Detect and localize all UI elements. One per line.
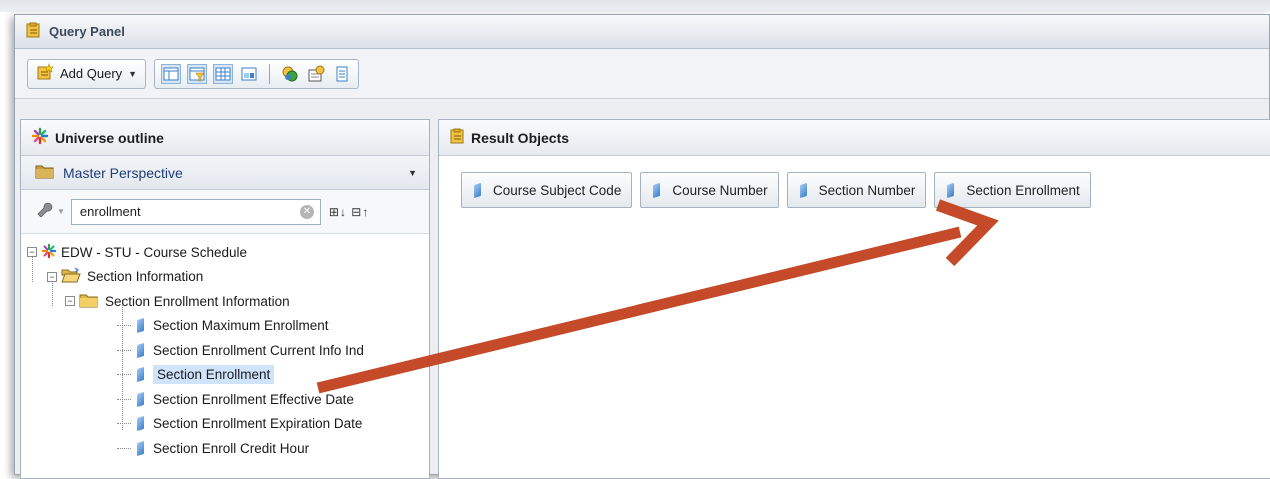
- universe-icon: [41, 243, 57, 262]
- view-script-icon[interactable]: [332, 64, 352, 84]
- background-strip: [0, 0, 1270, 12]
- expand-collapse-icon[interactable]: ⊞↓ ⊟↑: [329, 205, 369, 219]
- tree-item[interactable]: Section Enrollment Current Info Ind: [21, 338, 429, 363]
- perspective-label: Master Perspective: [63, 164, 183, 181]
- tree-folder-section-information[interactable]: − Section Information: [21, 265, 429, 290]
- chevron-down-icon[interactable]: ▼: [128, 69, 137, 79]
- result-objects-panel: Result Objects Course Subject Code Cours…: [438, 119, 1270, 479]
- result-object-label: Course Number: [672, 182, 768, 198]
- tree-item-label: Section Enrollment Expiration Date: [153, 416, 363, 432]
- dimension-object-icon: [653, 182, 661, 198]
- search-input-value: enrollment: [79, 204, 141, 219]
- layout-view-icon[interactable]: [239, 64, 259, 84]
- tree-node-root[interactable]: − EDW - STU - Course Schedule: [21, 240, 429, 265]
- result-object-label: Section Number: [818, 182, 916, 198]
- collapse-icon[interactable]: −: [65, 296, 75, 307]
- universe-outline-panel: Universe outline Master Perspective ▼ ▼ …: [20, 119, 430, 479]
- tree-item-label: Section Enrollment Current Info Ind: [153, 342, 364, 358]
- tree-node-label: EDW - STU - Course Schedule: [61, 244, 248, 260]
- universe-outline-title: Universe outline: [55, 129, 164, 146]
- clear-icon[interactable]: ✕: [299, 204, 314, 219]
- tree-item-label: Section Enrollment Effective Date: [153, 391, 354, 407]
- search-row: ▼ enrollment ✕ ⊞↓ ⊟↑: [21, 190, 429, 234]
- result-object-label: Section Enrollment: [966, 182, 1080, 198]
- result-object-chip[interactable]: Course Subject Code: [461, 172, 633, 208]
- chevron-down-icon[interactable]: ▼: [408, 168, 417, 178]
- tree-connector: [117, 374, 131, 376]
- tree-connector: [117, 349, 131, 351]
- dimension-object-icon: [799, 182, 807, 198]
- result-objects-icon: [449, 128, 465, 147]
- title-bar: Query Panel: [15, 15, 1269, 49]
- tree-item-label: Section Enrollment: [153, 365, 275, 385]
- tree-item[interactable]: Section Enrollment Effective Date: [21, 387, 429, 412]
- tree-connector: [117, 398, 131, 400]
- toolbar: Add Query ▼: [15, 49, 1269, 99]
- result-objects-header: Result Objects: [439, 120, 1270, 156]
- tree-item[interactable]: Section Maximum Enrollment: [21, 314, 429, 339]
- result-objects-title: Result Objects: [471, 129, 570, 146]
- add-query-icon: [36, 63, 54, 84]
- tree-item[interactable]: Section Enrollment Expiration Date: [21, 412, 429, 437]
- dimension-object-icon: [137, 440, 144, 456]
- query-properties-icon[interactable]: [306, 64, 326, 84]
- tree-item-label: Section Maximum Enrollment: [153, 318, 329, 334]
- dimension-object-icon: [137, 391, 144, 407]
- tree-connector: [117, 325, 131, 327]
- window-title: Query Panel: [49, 24, 125, 39]
- universe-icon: [31, 127, 49, 148]
- dimension-object-icon: [137, 367, 144, 383]
- result-object-chip[interactable]: Section Enrollment: [934, 172, 1091, 208]
- view-toggle-group: [154, 58, 360, 89]
- result-objects-list: Course Subject Code Course Number Sectio…: [439, 156, 1270, 208]
- tree-item[interactable]: Section Enroll Credit Hour: [21, 436, 429, 461]
- tree-node-label: Section Enrollment Information: [105, 293, 290, 309]
- search-input[interactable]: enrollment ✕: [70, 198, 321, 225]
- toolbar-divider: [269, 63, 271, 84]
- result-object-chip[interactable]: Course Number: [640, 172, 779, 208]
- dimension-object-icon: [137, 342, 144, 358]
- dimension-object-icon: [947, 182, 955, 198]
- tree-connector: [117, 423, 131, 425]
- dimension-object-icon: [137, 318, 144, 334]
- add-query-button[interactable]: Add Query ▼: [27, 58, 147, 89]
- outline-view-icon[interactable]: [161, 63, 182, 84]
- wrench-icon[interactable]: [35, 201, 53, 222]
- folder-icon: [79, 292, 99, 311]
- dimension-object-icon: [474, 182, 481, 198]
- result-object-chip[interactable]: Section Number: [786, 172, 927, 208]
- tree-item-label: Section Enroll Credit Hour: [153, 440, 310, 456]
- add-query-label: Add Query: [60, 66, 123, 81]
- filter-view-icon[interactable]: [187, 63, 208, 84]
- result-object-label: Course Subject Code: [493, 182, 622, 198]
- tree-item-selected[interactable]: Section Enrollment: [21, 363, 429, 388]
- query-panel-window: Query Panel Add Query ▼ Universe outline…: [14, 14, 1270, 479]
- open-folder-icon: [61, 267, 81, 286]
- data-preview-icon[interactable]: [213, 63, 234, 84]
- tree-folder-section-enrollment-information[interactable]: − Section Enrollment Information: [21, 289, 429, 314]
- chevron-down-icon[interactable]: ▼: [57, 207, 65, 216]
- tree-connector: [117, 447, 131, 449]
- collapse-icon[interactable]: −: [47, 271, 57, 282]
- tree-node-label: Section Information: [87, 269, 204, 285]
- perspective-dropdown[interactable]: Master Perspective ▼: [21, 156, 429, 190]
- outline-tree: − EDW - STU - Course Schedule − Section …: [21, 234, 429, 461]
- collapse-icon[interactable]: −: [27, 247, 37, 258]
- folder-icon: [35, 163, 55, 182]
- dimension-object-icon: [137, 416, 144, 432]
- combined-query-icon[interactable]: [280, 64, 300, 84]
- query-panel-icon: [25, 22, 41, 41]
- universe-outline-header: Universe outline: [21, 120, 429, 156]
